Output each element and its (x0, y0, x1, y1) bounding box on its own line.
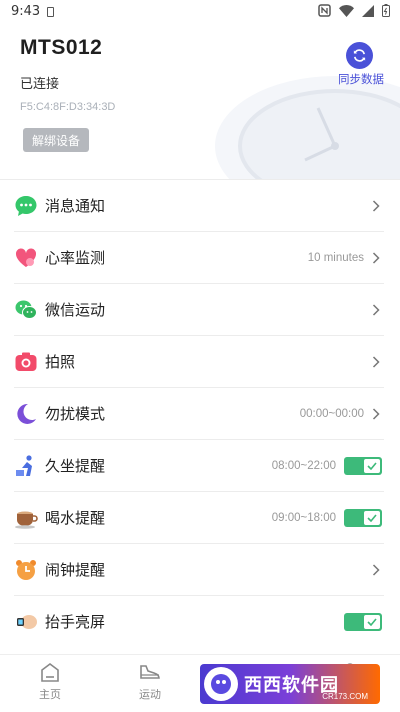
sync-data-button[interactable] (346, 42, 373, 69)
chevron-right-icon (372, 303, 382, 317)
row-label: 抬手亮屏 (45, 613, 106, 631)
settings-row-raise-to-wake[interactable]: 抬手亮屏 (14, 596, 384, 647)
wifi-icon (339, 4, 354, 17)
tab-label: 主页 (39, 688, 61, 701)
battery-icon (382, 4, 390, 17)
chevron-right-icon (372, 199, 382, 213)
unbind-device-button[interactable]: 解绑设备 (23, 128, 89, 152)
shoe-icon (140, 665, 160, 679)
row-label: 久坐提醒 (45, 457, 106, 475)
settings-row-do-not-disturb[interactable]: 勿扰模式 00:00~00:00 (14, 388, 384, 440)
sync-icon (353, 49, 366, 62)
signal-icon (362, 4, 374, 17)
settings-row-camera[interactable]: 拍照 (14, 336, 384, 388)
home-icon (41, 663, 59, 682)
check-icon (364, 458, 380, 473)
settings-row-message-notification[interactable]: 消息通知 (14, 180, 384, 232)
toggle-switch[interactable] (344, 612, 382, 631)
message-bubble-icon (14, 194, 38, 218)
device-header: MTS012 已连接 F5:C4:8F:D3:34:3D 解绑设备 同步数据 (0, 24, 400, 180)
camera-icon (14, 350, 38, 374)
check-icon (364, 510, 380, 525)
settings-row-heart-rate[interactable]: 心率监测 10 minutes (14, 232, 384, 284)
status-time: 9:43 (11, 4, 41, 19)
watermark-logo: 西西软件园 CR173.COM (200, 664, 380, 704)
settings-row-sedentary-reminder[interactable]: 久坐提醒 08:00~22:00 (14, 440, 384, 492)
row-value: 09:00~18:00 (271, 511, 336, 524)
heart-icon (14, 246, 38, 270)
sedentary-icon (14, 454, 38, 478)
device-name: MTS012 (20, 36, 103, 59)
row-label: 闹钟提醒 (45, 561, 106, 579)
sim-card-icon (47, 7, 54, 17)
tab-home[interactable]: 主页 (20, 661, 80, 702)
check-icon (364, 614, 380, 629)
watermark-subtext: CR173.COM (322, 692, 368, 701)
status-icons (318, 4, 390, 17)
tab-sport[interactable]: 运动 (120, 661, 180, 702)
row-value: 10 minutes (307, 251, 364, 264)
chevron-right-icon (372, 407, 382, 421)
status-bar: 9:43 (0, 0, 400, 24)
settings-list: 消息通知 心率监测 10 minutes 微信运动 拍照 勿扰模式 00:00~… (14, 180, 384, 647)
row-value: 08:00~22:00 (271, 459, 336, 472)
watermark-mascot-icon (204, 667, 238, 701)
chevron-right-icon (372, 563, 382, 577)
coffee-cup-icon (14, 506, 38, 530)
row-value: 00:00~00:00 (299, 407, 364, 420)
toggle-switch[interactable] (344, 508, 382, 527)
row-label: 心率监测 (45, 249, 106, 267)
raise-wrist-icon (14, 610, 38, 634)
row-label: 消息通知 (45, 197, 106, 215)
row-label: 勿扰模式 (45, 405, 106, 423)
settings-row-drink-water[interactable]: 喝水提醒 09:00~18:00 (14, 492, 384, 544)
chevron-right-icon (372, 251, 382, 265)
settings-row-alarm[interactable]: 闹钟提醒 (14, 544, 384, 596)
row-label: 拍照 (45, 353, 76, 371)
settings-row-wechat-sport[interactable]: 微信运动 (14, 284, 384, 336)
moon-icon (14, 402, 38, 426)
alarm-clock-icon (14, 558, 38, 582)
toggle-switch[interactable] (344, 456, 382, 475)
wechat-icon (14, 298, 38, 322)
tab-label: 运动 (139, 688, 161, 701)
row-label: 微信运动 (45, 301, 106, 319)
sync-data-label[interactable]: 同步数据 (338, 71, 384, 87)
chevron-right-icon (372, 355, 382, 369)
connection-status: 已连接 (20, 77, 60, 92)
mac-address: F5:C4:8F:D3:34:3D (20, 101, 116, 113)
nfc-icon (318, 4, 331, 17)
row-label: 喝水提醒 (45, 509, 106, 527)
